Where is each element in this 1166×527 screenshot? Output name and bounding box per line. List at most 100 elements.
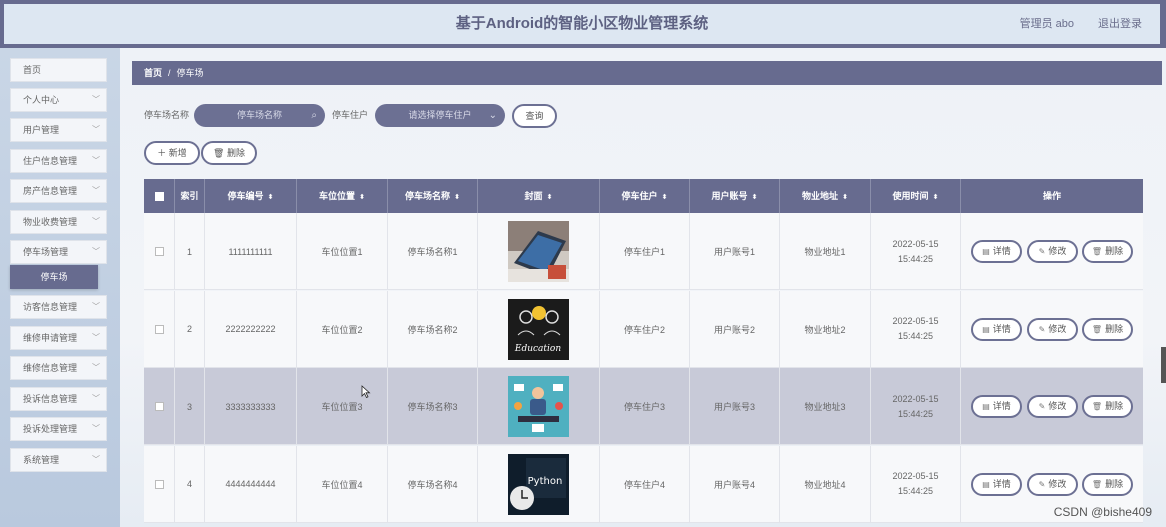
cover-image: [508, 221, 569, 282]
sidebar-item-complaints[interactable]: 投诉信息管理 ﹀: [10, 387, 107, 411]
sidebar-item-system[interactable]: 系统管理 ﹀: [10, 448, 107, 472]
table-row[interactable]: 2 2222222222 车位位置2 停车场名称2 Education 停车住户2 用户账号…: [144, 290, 1143, 368]
table-row[interactable]: 3 3333333333 车位位置3 停车场名称3 停车住户3 用户账号3 物业地址3 202…: [144, 368, 1143, 445]
sidebar-item-residents[interactable]: 住户信息管理 ﹀: [10, 149, 107, 173]
table-row[interactable]: 1 1111111111 车位位置1 停车场名称1 停车住户1 用户账号1 物业地址1 202…: [144, 213, 1143, 290]
sort-icon: ⬍: [454, 194, 460, 201]
plus-icon: ＋: [157, 148, 169, 158]
batch-delete-button[interactable]: 🗑 删除: [201, 141, 257, 165]
document-icon: ▤: [982, 479, 990, 489]
cell-name: 停车场名称4: [388, 445, 478, 523]
sort-icon: ⬍: [546, 194, 553, 201]
sidebar-item-visitors[interactable]: 访客信息管理 ﹀: [10, 295, 107, 319]
delete-button[interactable]: 🗑 删除: [1082, 472, 1133, 496]
col-cover[interactable]: 封面 ⬍: [478, 179, 600, 213]
cell-owner: 停车住户1: [600, 213, 690, 290]
cell-position: 车位位置3: [297, 368, 388, 445]
add-button-label: 新增: [168, 148, 187, 158]
col-name[interactable]: 停车场名称 ⬍: [388, 179, 478, 213]
sidebar-subitem-parking-lot[interactable]: 停车场: [10, 265, 98, 289]
sidebar-item-home[interactable]: 首页: [10, 58, 107, 82]
col-time[interactable]: 使用时间 ⬍: [871, 179, 961, 213]
cover-text-python: Python: [528, 476, 563, 487]
detail-button[interactable]: ▤ 详情: [971, 317, 1022, 341]
sidebar-item-parking[interactable]: 停车场管理 ﹀: [10, 240, 107, 264]
edit-button[interactable]: ✎ 修改: [1027, 395, 1078, 418]
detail-button[interactable]: ▤ 详情: [971, 472, 1022, 496]
cell-index: 3: [175, 368, 205, 445]
logout-link[interactable]: 退出登录: [1098, 4, 1142, 44]
chevron-down-icon: ﹀: [92, 333, 100, 342]
add-button[interactable]: ＋ 新增: [144, 141, 200, 165]
main-content: 首页 / 停车场 停车场名称 停车场名称 ⌕ 停车住户 请选择停车住户 ⌄ 查询 ＋…: [120, 48, 1166, 527]
sidebar-item-label: 投诉处理管理: [23, 424, 78, 434]
detail-button[interactable]: ▤ 详情: [971, 395, 1022, 418]
scrollbar-thumb[interactable]: [1161, 347, 1166, 383]
parking-name-placeholder: 停车场名称: [236, 110, 282, 120]
parking-owner-select[interactable]: 请选择停车住户 ⌄: [375, 104, 505, 127]
col-owner-label: 停车住户: [621, 191, 658, 201]
cell-code: 2222222222: [205, 290, 297, 368]
sidebar-item-repair-info[interactable]: 维修信息管理 ﹀: [10, 356, 107, 380]
delete-button-label: 删除: [1105, 401, 1124, 411]
delete-button[interactable]: 🗑 删除: [1082, 395, 1133, 418]
row-checkbox[interactable]: [154, 247, 164, 256]
sidebar-item-property[interactable]: 房产信息管理 ﹀: [10, 179, 107, 203]
chevron-down-icon: ﹀: [92, 125, 100, 134]
sidebar-item-label: 系统管理: [23, 455, 60, 465]
sidebar-item-repair-requests[interactable]: 维修申请管理 ﹀: [10, 326, 107, 350]
breadcrumb-home[interactable]: 首页: [144, 68, 162, 78]
sidebar-item-profile[interactable]: 个人中心 ﹀: [10, 88, 107, 112]
detail-button-label: 详情: [992, 478, 1011, 489]
edit-button[interactable]: ✎ 修改: [1027, 472, 1078, 496]
col-position[interactable]: 车位位置 ⬍: [297, 179, 388, 213]
col-owner[interactable]: 停车住户 ⬍: [600, 179, 690, 213]
delete-button[interactable]: 🗑 删除: [1082, 317, 1133, 341]
pencil-icon: ✎: [1038, 247, 1046, 256]
row-checkbox[interactable]: [154, 324, 164, 334]
document-icon: ▤: [982, 402, 990, 411]
cover-cell: [478, 213, 600, 290]
sidebar-item-label: 维修申请管理: [23, 333, 78, 343]
edit-button[interactable]: ✎ 修改: [1027, 240, 1078, 263]
delete-button[interactable]: 🗑 删除: [1082, 240, 1133, 263]
mouse-cursor-icon: [361, 385, 371, 398]
sidebar-item-fees[interactable]: 物业收费管理 ﹀: [10, 210, 107, 234]
cover-image: [508, 376, 569, 437]
cell-index: 4: [175, 445, 205, 523]
cell-index: 2: [175, 290, 205, 368]
sidebar-item-label: 访客信息管理: [23, 302, 78, 312]
row-checkbox[interactable]: [154, 479, 164, 489]
select-all-checkbox[interactable]: [154, 192, 164, 202]
sort-icon: ⬍: [751, 194, 758, 201]
sidebar-item-label: 停车场管理: [23, 247, 69, 257]
sidebar-item-label: 个人中心: [23, 95, 60, 105]
chevron-down-icon: ﹀: [92, 363, 100, 372]
trash-icon: 🗑: [1091, 324, 1103, 334]
col-code[interactable]: 停车编号 ⬍: [205, 179, 297, 213]
sort-icon: ⬍: [359, 194, 365, 201]
col-time-label: 使用时间: [892, 191, 929, 201]
sort-icon: ⬍: [932, 194, 939, 201]
detail-button[interactable]: ▤ 详情: [971, 240, 1022, 263]
parking-name-input[interactable]: 停车场名称 ⌕: [194, 104, 325, 127]
chevron-down-icon: ﹀: [92, 424, 100, 433]
parking-owner-placeholder: 请选择停车住户: [408, 110, 472, 120]
row-checkbox[interactable]: [154, 402, 164, 411]
sidebar-item-complaint-handling[interactable]: 投诉处理管理 ﹀: [10, 417, 107, 441]
sidebar-item-label: 房产信息管理: [23, 186, 78, 196]
query-button[interactable]: 查询: [512, 104, 557, 128]
col-account[interactable]: 用户账号 ⬍: [690, 179, 780, 213]
breadcrumb-current: 停车场: [176, 68, 204, 78]
col-address[interactable]: 物业地址 ⬍: [780, 179, 871, 213]
table-header: 索引 停车编号 ⬍ 车位位置 ⬍ 停车场名称 ⬍ 封面 ⬍ 停车住户 ⬍ 用户账号 ⬍ 物业…: [144, 179, 1143, 213]
chevron-down-icon: ﹀: [92, 302, 100, 311]
sidebar-item-users[interactable]: 用户管理 ﹀: [10, 118, 107, 142]
cover-cell: [478, 368, 600, 445]
cell-account: 用户账号2: [690, 290, 780, 368]
cell-address: 物业地址2: [780, 290, 871, 368]
breadcrumb-separator: /: [168, 68, 171, 78]
edit-button[interactable]: ✎ 修改: [1027, 317, 1078, 341]
parking-owner-label: 停车住户: [332, 110, 369, 120]
table-row[interactable]: 4 4444444444 车位位置4 停车场名称4 Python 停车住户4 用户账号4 物业…: [144, 445, 1143, 523]
